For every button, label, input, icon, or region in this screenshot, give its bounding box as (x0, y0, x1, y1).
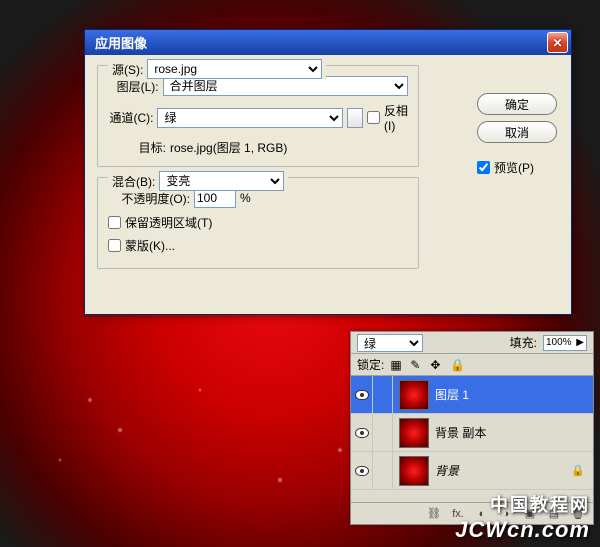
layer-thumbnail[interactable] (399, 456, 429, 486)
cancel-button[interactable]: 取消 (477, 121, 557, 143)
lock-label: 锁定: (357, 356, 384, 373)
blend-legend: 混合(B): 变亮 (108, 171, 288, 191)
layer-row[interactable]: 背景 🔒 (351, 452, 593, 490)
fill-label: 填充: (510, 334, 537, 351)
source-legend: 源(S): rose.jpg (108, 59, 326, 79)
invert-checkbox[interactable] (367, 111, 380, 124)
target-label: 目标: (108, 139, 166, 156)
fill-value[interactable]: 100%▶ (543, 335, 587, 351)
lock-transparency-icon[interactable]: ▦ (390, 358, 404, 372)
dialog-title: 应用图像 (95, 33, 547, 52)
link-cell[interactable] (373, 452, 393, 489)
target-value: rose.jpg(图层 1, RGB) (170, 139, 287, 156)
lock-position-icon[interactable]: ✥ (430, 358, 444, 372)
visibility-toggle[interactable] (351, 376, 373, 413)
layer-name[interactable]: 背景 副本 (435, 424, 593, 441)
eye-icon (355, 390, 369, 400)
blend-label: 混合(B): (112, 173, 155, 190)
preserve-transparency-checkbox[interactable] (108, 216, 121, 229)
preview-checkbox[interactable] (477, 161, 490, 174)
opacity-unit: % (240, 191, 251, 205)
link-layers-icon[interactable]: ⛓ (427, 507, 441, 521)
layer-blend-mode-select[interactable]: 绿 (357, 334, 423, 352)
channel-swatch-button[interactable] (347, 108, 363, 128)
eye-icon (355, 428, 369, 438)
blending-fieldset: 混合(B): 变亮 不透明度(O): % 保留透明区域(T) 蒙版(K)... (97, 177, 419, 269)
preview-label: 预览(P) (494, 159, 534, 176)
close-button[interactable]: ✕ (547, 32, 568, 53)
watermark-text-1: 中国教程网 (490, 491, 590, 517)
source-select[interactable]: rose.jpg (147, 59, 322, 79)
lock-icon: 🔒 (571, 464, 585, 477)
layer-select[interactable]: 合并图层 (163, 76, 408, 96)
mask-checkbox[interactable] (108, 239, 121, 252)
source-label: 源(S): (112, 61, 143, 78)
eye-icon (355, 466, 369, 476)
layer-row[interactable]: 图层 1 (351, 376, 593, 414)
blend-select[interactable]: 变亮 (159, 171, 284, 191)
dialog-titlebar[interactable]: 应用图像 ✕ (85, 30, 571, 55)
close-icon: ✕ (552, 36, 562, 50)
channel-select[interactable]: 绿 (157, 108, 342, 128)
link-cell[interactable] (373, 376, 393, 413)
layer-name[interactable]: 图层 1 (435, 386, 593, 403)
layer-thumbnail[interactable] (399, 418, 429, 448)
apply-image-dialog: 应用图像 ✕ 源(S): rose.jpg 图层(L): 合并图层 通道(C): (84, 29, 572, 315)
source-fieldset: 源(S): rose.jpg 图层(L): 合并图层 通道(C): 绿 (97, 65, 419, 167)
layer-label: 图层(L): (108, 78, 159, 95)
opacity-label: 不透明度(O): (108, 190, 190, 207)
ok-button[interactable]: 确定 (477, 93, 557, 115)
visibility-toggle[interactable] (351, 452, 373, 489)
invert-label: 反相(I) (384, 102, 408, 133)
link-cell[interactable] (373, 414, 393, 451)
channel-label: 通道(C): (108, 109, 153, 126)
layer-row[interactable]: 背景 副本 (351, 414, 593, 452)
layers-list: 图层 1 背景 副本 背景 🔒 (351, 376, 593, 490)
lock-paint-icon[interactable]: ✎ (410, 358, 424, 372)
watermark-text-2: JCWcn.com (455, 517, 590, 543)
mask-label: 蒙版(K)... (125, 237, 175, 254)
layers-lock-row: 锁定: ▦ ✎ ✥ 🔒 (351, 354, 593, 376)
lock-all-icon[interactable]: 🔒 (450, 358, 464, 372)
opacity-input[interactable] (194, 188, 236, 208)
dialog-buttons: 确定 取消 预览(P) (477, 93, 557, 176)
visibility-toggle[interactable] (351, 414, 373, 451)
layer-thumbnail[interactable] (399, 380, 429, 410)
layer-name[interactable]: 背景 (435, 462, 571, 479)
dialog-body: 源(S): rose.jpg 图层(L): 合并图层 通道(C): 绿 (85, 55, 571, 289)
preserve-transparency-label: 保留透明区域(T) (125, 214, 212, 231)
layers-panel-header: 绿 填充: 100%▶ (351, 332, 593, 354)
